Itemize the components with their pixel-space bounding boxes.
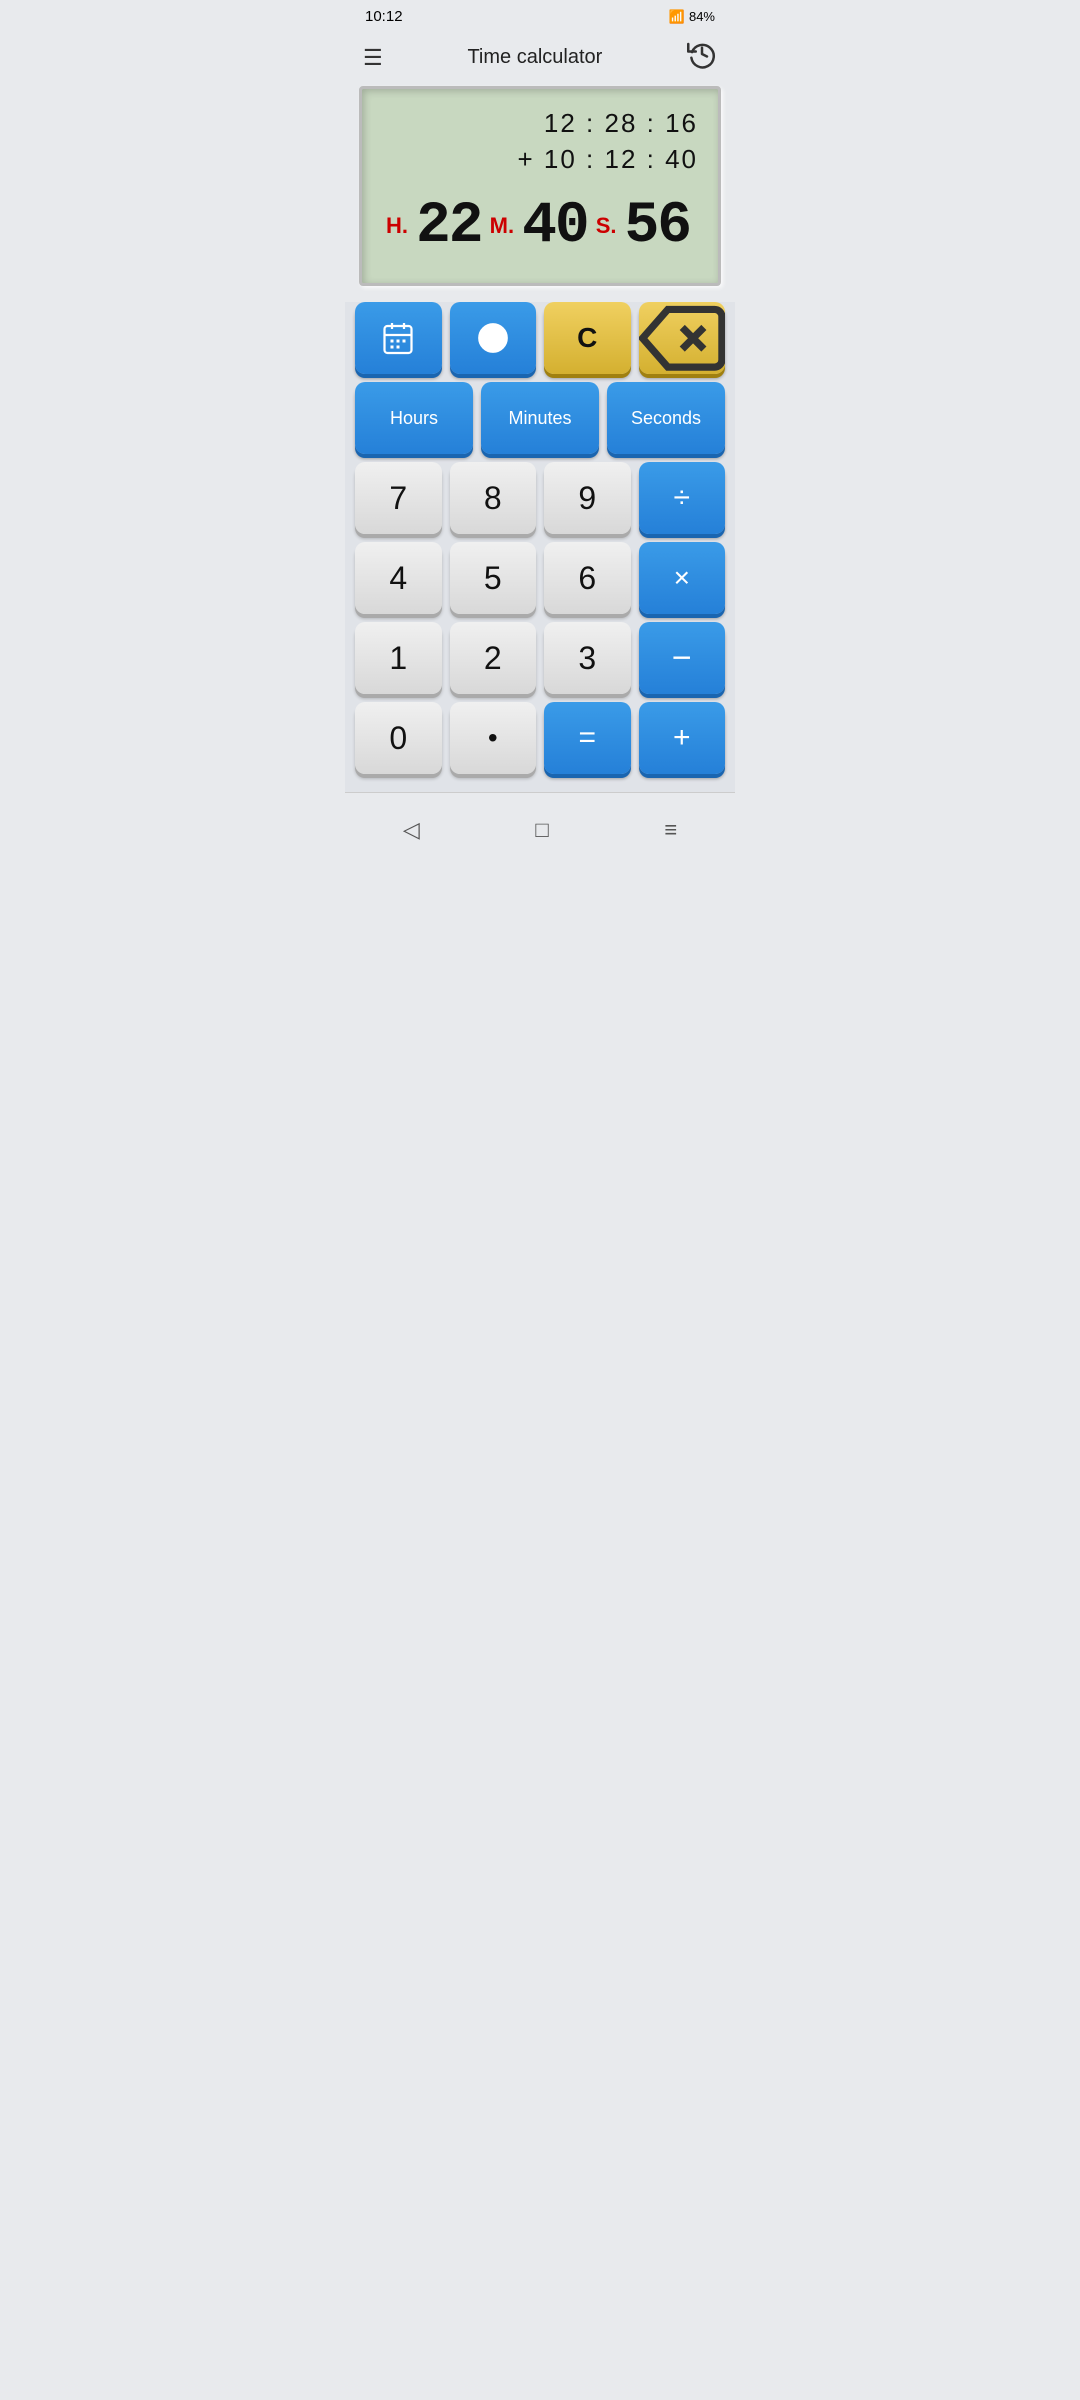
button-0[interactable]: 0 [355,702,442,774]
button-3[interactable]: 3 [544,622,631,694]
divide-button[interactable]: ÷ [639,462,726,534]
input-lines: 12 : 28 : 16 + 10 : 12 : 40 [382,105,698,178]
app-title: Time calculator [467,46,602,69]
dot-label: • [488,722,498,754]
nav-menu[interactable]: ≡ [644,809,697,851]
label-4: 4 [389,560,407,597]
label-3: 3 [578,640,596,677]
menu-icon[interactable]: ☰ [363,45,383,71]
battery-percent: 84% [689,9,715,24]
hours-label-btn: Hours [390,408,438,429]
button-6[interactable]: 6 [544,542,631,614]
button-row-2: Hours Minutes Seconds [355,382,725,454]
hours-button[interactable]: Hours [355,382,473,454]
button-row-1: C [355,302,725,374]
label-9: 9 [578,480,596,517]
button-2[interactable]: 2 [450,622,537,694]
signal-icon: 📶 [669,9,685,25]
button-8[interactable]: 8 [450,462,537,534]
minutes-label: M. [490,213,514,239]
label-6: 6 [578,560,596,597]
label-7: 7 [389,480,407,517]
equals-label: = [578,721,596,755]
minutes-button[interactable]: Minutes [481,382,599,454]
calendar-button[interactable] [355,302,442,374]
button-row-4: 4 5 6 × [355,542,725,614]
equals-button[interactable]: = [544,702,631,774]
multiply-button[interactable]: × [639,542,726,614]
app-bar: ☰ Time calculator [345,29,735,86]
divide-label: ÷ [674,481,690,515]
subtract-button[interactable]: − [639,622,726,694]
hours-value: 22 [416,194,482,259]
button-row-3: 7 8 9 ÷ [355,462,725,534]
seconds-label-btn: Seconds [631,408,701,429]
calculator-display: 12 : 28 : 16 + 10 : 12 : 40 H. 22 M. 40 … [359,86,721,286]
backspace-button[interactable] [639,302,726,374]
clock-button[interactable] [450,302,537,374]
bottom-nav: ◁ □ ≡ [345,792,735,867]
label-5: 5 [484,560,502,597]
history-icon[interactable] [687,39,717,76]
minutes-value: 40 [522,194,588,259]
clear-button[interactable]: C [544,302,631,374]
seconds-value: 56 [625,194,691,259]
add-button[interactable]: + [639,702,726,774]
multiply-label: × [674,562,690,594]
label-0: 0 [389,720,407,757]
nav-home[interactable]: □ [515,809,568,851]
seconds-button[interactable]: Seconds [607,382,725,454]
button-row-5: 1 2 3 − [355,622,725,694]
display-line1: 12 : 28 : 16 [382,105,698,141]
dot-button[interactable]: • [450,702,537,774]
label-8: 8 [484,480,502,517]
label-2: 2 [484,640,502,677]
button-5[interactable]: 5 [450,542,537,614]
button-7[interactable]: 7 [355,462,442,534]
clear-label: C [577,322,597,354]
label-1: 1 [389,640,407,677]
add-label: + [673,721,691,755]
status-right: 📶 84% [669,9,715,25]
button-9[interactable]: 9 [544,462,631,534]
button-1[interactable]: 1 [355,622,442,694]
status-bar: 10:12 📶 84% [345,0,735,29]
status-time: 10:12 [365,8,403,25]
display-line2: + 10 : 12 : 40 [382,141,698,177]
display-result: H. 22 M. 40 S. 56 [382,194,698,259]
calculator-body: C Hours Minutes Seconds 7 8 9 [345,302,735,792]
minutes-label-btn: Minutes [508,408,571,429]
button-4[interactable]: 4 [355,542,442,614]
button-row-6: 0 • = + [355,702,725,774]
seconds-label: S. [596,213,617,239]
subtract-label: − [672,639,692,678]
nav-back[interactable]: ◁ [383,809,440,851]
hours-label: H. [386,213,408,239]
